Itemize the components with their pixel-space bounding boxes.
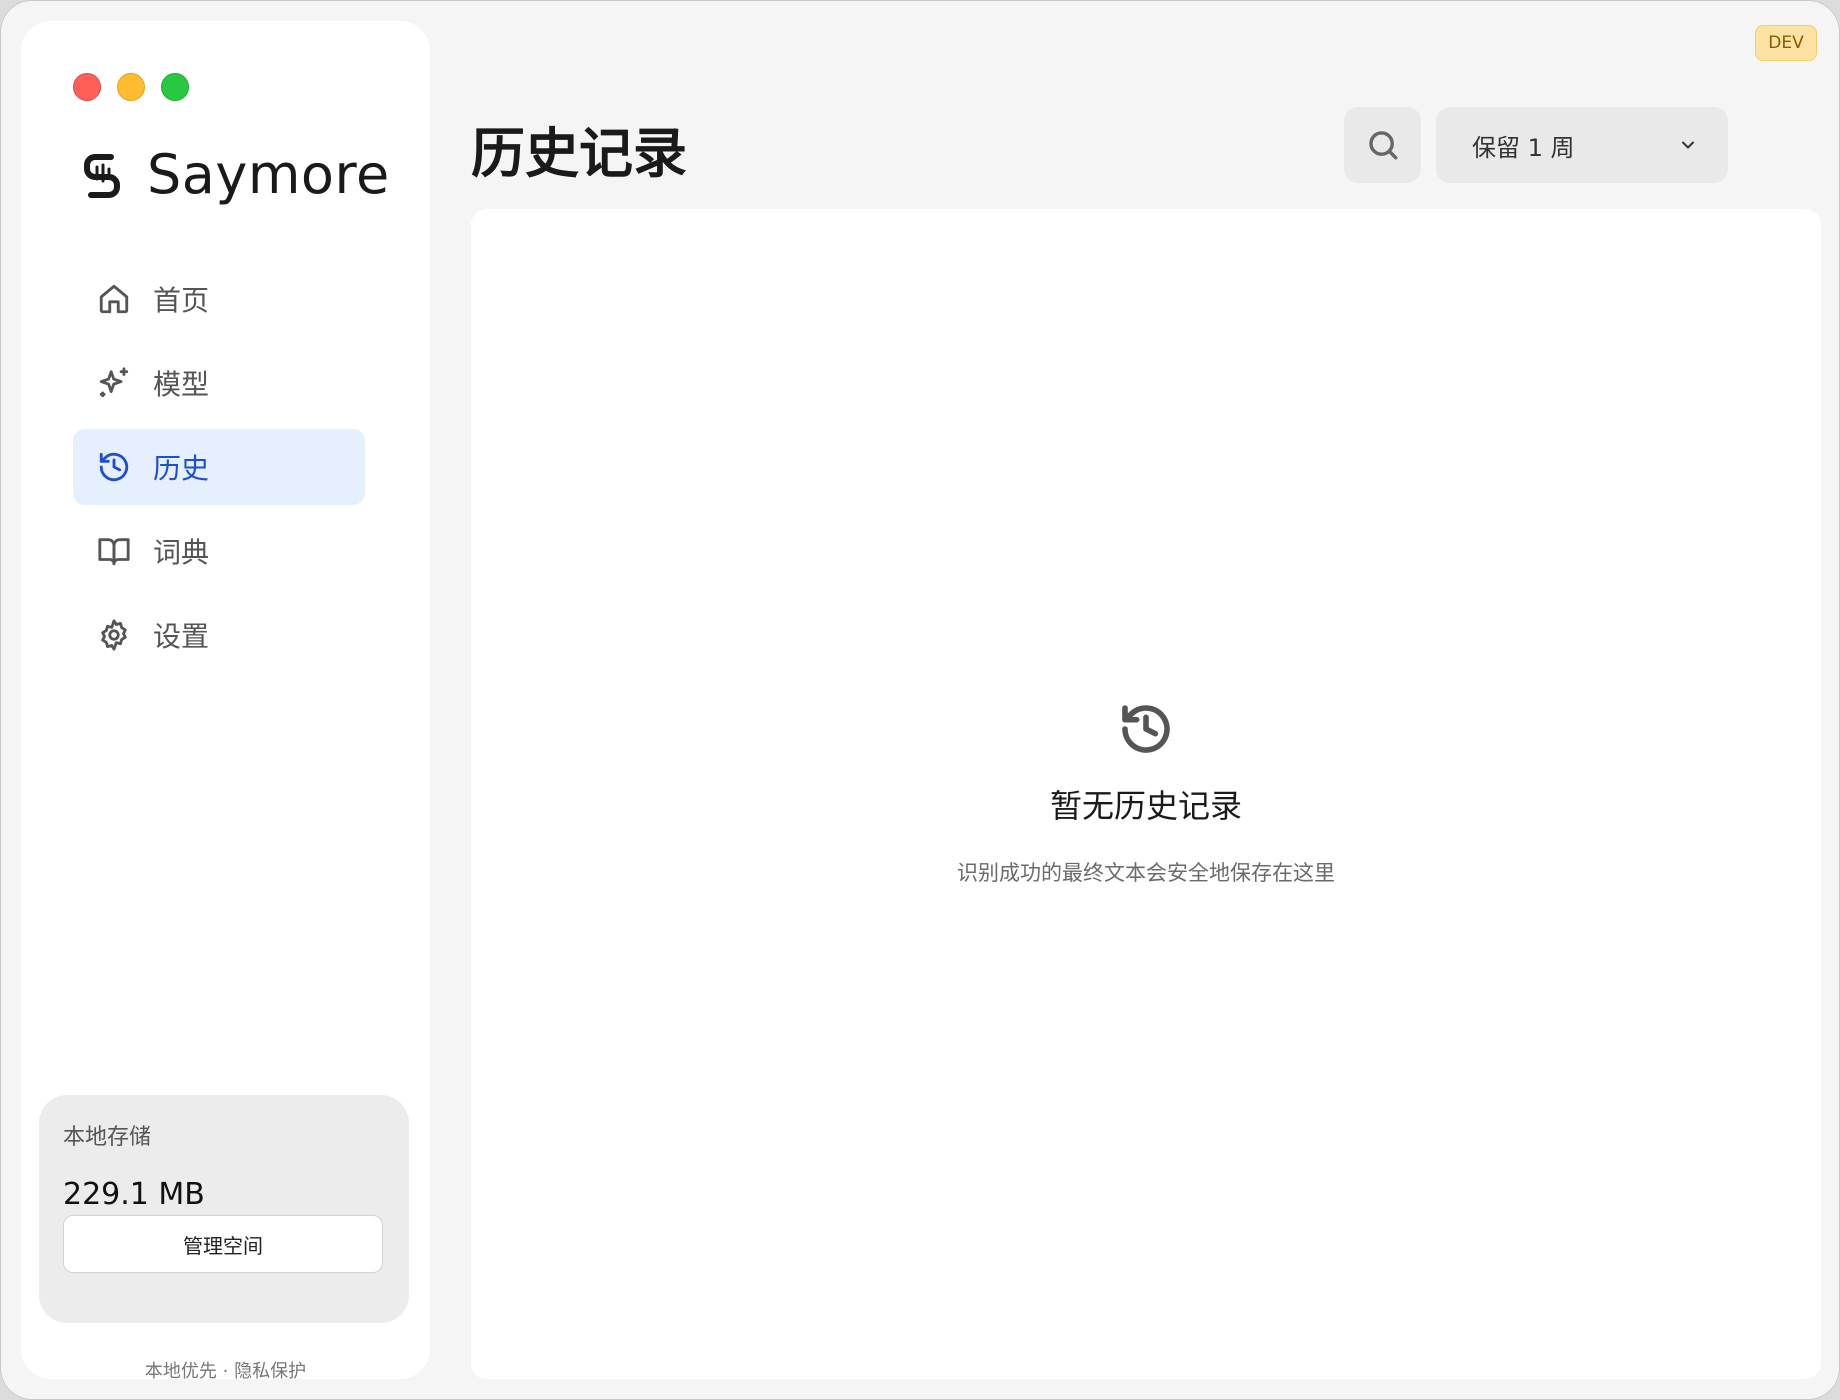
sidebar-item-label: 模型 bbox=[153, 368, 210, 401]
search-icon bbox=[1368, 131, 1397, 160]
gear-icon bbox=[101, 619, 127, 651]
sparkle-icon bbox=[99, 367, 129, 398]
sidebar-item-models[interactable]: 模型 bbox=[73, 345, 365, 421]
sidebar-item-label: 词典 bbox=[153, 536, 210, 569]
search-button[interactable] bbox=[1344, 107, 1421, 183]
maximize-window-button[interactable] bbox=[161, 73, 189, 101]
page-title: 历史记录 bbox=[471, 122, 687, 185]
manage-space-button[interactable]: 管理空间 bbox=[63, 1215, 383, 1273]
window-controls bbox=[73, 73, 189, 101]
empty-state: 暂无历史记录 识别成功的最终文本会安全地保存在这里 bbox=[471, 701, 1821, 887]
brand-name: Saymore bbox=[147, 143, 390, 206]
empty-state-title: 暂无历史记录 bbox=[1049, 787, 1242, 825]
retention-select[interactable]: 保留 1 周 bbox=[1436, 107, 1728, 183]
chevron-down-icon bbox=[1682, 141, 1694, 149]
sidebar-item-settings[interactable]: 设置 bbox=[73, 597, 365, 673]
brand: Saymore bbox=[79, 143, 390, 206]
sidebar-item-home[interactable]: 首页 bbox=[73, 261, 365, 337]
empty-state-description: 识别成功的最终文本会安全地保存在这里 bbox=[957, 861, 1335, 885]
sidebar-nav: 首页 模型 历史 词典 设置 bbox=[73, 261, 365, 681]
book-icon bbox=[98, 538, 130, 566]
saymore-logo-icon bbox=[84, 153, 120, 198]
app-window: Saymore 首页 模型 历史 词典 设置 本地存储 229.1 MB 管理空… bbox=[0, 0, 1840, 1400]
sidebar-item-label: 历史 bbox=[153, 452, 210, 485]
storage-value: 229.1 MB bbox=[63, 1177, 205, 1212]
sidebar-item-history[interactable]: 历史 bbox=[73, 429, 365, 505]
history-icon bbox=[99, 452, 129, 482]
dev-badge: DEV bbox=[1755, 25, 1817, 61]
sidebar-item-label: 首页 bbox=[153, 284, 210, 317]
close-window-button[interactable] bbox=[73, 73, 101, 101]
sidebar-footer: 本地优先 · 隐私保护 bbox=[144, 1361, 307, 1382]
history-icon bbox=[1122, 705, 1170, 753]
sidebar: Saymore 首页 模型 历史 词典 设置 本地存储 229.1 MB 管理空… bbox=[21, 21, 430, 1382]
storage-card: 本地存储 229.1 MB 管理空间 bbox=[39, 1095, 409, 1323]
retention-value: 保留 1 周 bbox=[1472, 133, 1575, 162]
sidebar-item-label: 设置 bbox=[153, 620, 210, 653]
sidebar-item-dictionary[interactable]: 词典 bbox=[73, 513, 365, 589]
minimize-window-button[interactable] bbox=[117, 73, 145, 101]
history-panel: 暂无历史记录 识别成功的最终文本会安全地保存在这里 bbox=[471, 209, 1821, 1379]
home-icon bbox=[99, 284, 129, 314]
storage-label: 本地存储 bbox=[63, 1125, 152, 1150]
